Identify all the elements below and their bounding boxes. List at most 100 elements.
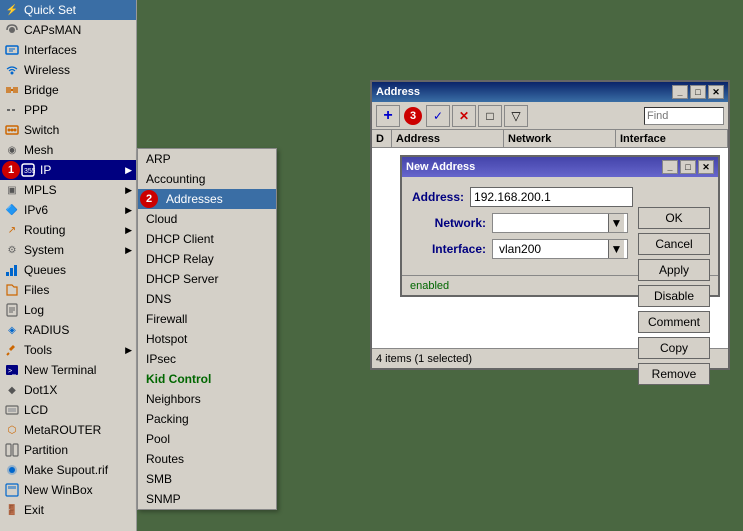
context-menu-firewall[interactable]: Firewall: [138, 309, 276, 329]
context-menu-neighbors[interactable]: Neighbors: [138, 389, 276, 409]
quick-set-icon: ⚡: [4, 2, 20, 18]
sidebar-item-ip[interactable]: 1 355 IP ▶: [0, 160, 136, 180]
address-list-toolbar: + 3 ✓ ✕ □ ▽: [372, 102, 728, 130]
context-menu-smb[interactable]: SMB: [138, 469, 276, 489]
context-menu-accounting[interactable]: Accounting: [138, 169, 276, 189]
sidebar-item-routing[interactable]: ↗ Routing ▶: [0, 220, 136, 240]
sidebar-item-new-terminal[interactable]: >_ New Terminal: [0, 360, 136, 380]
sidebar-item-ppp[interactable]: PPP: [0, 100, 136, 120]
confirm-btn[interactable]: ✓: [426, 105, 450, 127]
sidebar-item-quick-set[interactable]: ⚡ Quick Set: [0, 0, 136, 20]
sidebar-item-mpls[interactable]: ▣ MPLS ▶: [0, 180, 136, 200]
interface-row: Interface: vlan200 ▼: [412, 239, 628, 259]
sidebar-item-partition[interactable]: Partition: [0, 440, 136, 460]
sidebar-item-interfaces[interactable]: Interfaces: [0, 40, 136, 60]
context-menu-kid-control[interactable]: Kid Control: [138, 369, 276, 389]
sidebar-item-make-supout[interactable]: Make Supout.rif: [0, 460, 136, 480]
supout-icon: [4, 462, 20, 478]
tools-icon: [4, 342, 20, 358]
sidebar-item-exit[interactable]: 🚪 Exit: [0, 500, 136, 520]
remove-button[interactable]: Remove: [638, 363, 710, 385]
address-row: Address:: [412, 187, 628, 207]
address-input[interactable]: [470, 187, 633, 207]
find-input[interactable]: [644, 107, 724, 125]
wireless-icon: [4, 62, 20, 78]
address-list-table-header: D Address Network Interface: [372, 130, 728, 148]
context-menu-ipsec[interactable]: IPsec: [138, 349, 276, 369]
badge-2: 2: [140, 190, 158, 208]
sidebar-item-switch[interactable]: Switch: [0, 120, 136, 140]
sidebar-item-mesh[interactable]: ◉ Mesh: [0, 140, 136, 160]
address-list-maximize[interactable]: □: [690, 85, 706, 99]
network-select[interactable]: ▼: [492, 213, 628, 233]
network-dropdown-arrow[interactable]: ▼: [608, 214, 624, 232]
disable-button[interactable]: Disable: [638, 285, 710, 307]
mesh-icon: ◉: [4, 142, 20, 158]
ip-arrow: ▶: [125, 165, 132, 176]
context-menu-dns[interactable]: DNS: [138, 289, 276, 309]
cancel-button[interactable]: Cancel: [638, 233, 710, 255]
filter-btn[interactable]: ▽: [504, 105, 528, 127]
radius-icon: ◈: [4, 322, 20, 338]
mpls-arrow: ▶: [125, 185, 132, 196]
sidebar-item-ipv6[interactable]: 🔷 IPv6 ▶: [0, 200, 136, 220]
sidebar-item-tools[interactable]: Tools ▶: [0, 340, 136, 360]
sidebar-item-capsman[interactable]: CAPsMAN: [0, 20, 136, 40]
sidebar-item-log[interactable]: Log: [0, 300, 136, 320]
address-list-title-buttons: _ □ ✕: [672, 85, 724, 99]
sidebar-item-wireless[interactable]: Wireless: [0, 60, 136, 80]
address-list-minimize[interactable]: _: [672, 85, 688, 99]
sidebar-item-queues[interactable]: Queues: [0, 260, 136, 280]
log-icon: [4, 302, 20, 318]
add-address-btn[interactable]: +: [376, 105, 400, 127]
lcd-icon: [4, 402, 20, 418]
routing-icon: ↗: [4, 222, 20, 238]
context-menu-pool[interactable]: Pool: [138, 429, 276, 449]
interface-value: vlan200: [496, 239, 608, 259]
new-address-minimize[interactable]: _: [662, 160, 678, 174]
copy-btn[interactable]: □: [478, 105, 502, 127]
network-row: Network: ▼: [412, 213, 628, 233]
sidebar-item-files[interactable]: Files: [0, 280, 136, 300]
badge-1: 1: [2, 161, 20, 179]
new-address-buttons: OK Cancel Apply Disable Comment Copy Rem…: [638, 207, 710, 385]
new-address-body: Address: Network: ▼ Interface: vlan200 ▼…: [402, 177, 718, 275]
sidebar-item-dot1x[interactable]: ◆ Dot1X: [0, 380, 136, 400]
badge-3: 3: [404, 107, 422, 125]
context-menu-snmp[interactable]: SNMP: [138, 489, 276, 509]
sidebar-item-bridge[interactable]: Bridge: [0, 80, 136, 100]
sidebar-item-metarouter[interactable]: ⬡ MetaROUTER: [0, 420, 136, 440]
context-menu-dhcp-relay[interactable]: DHCP Relay: [138, 249, 276, 269]
sidebar-item-new-winbox[interactable]: New WinBox: [0, 480, 136, 500]
context-menu-packing[interactable]: Packing: [138, 409, 276, 429]
address-list-close[interactable]: ✕: [708, 85, 724, 99]
system-arrow: ▶: [125, 245, 132, 256]
copy-button[interactable]: Copy: [638, 337, 710, 359]
sidebar-item-system[interactable]: ⚙ System ▶: [0, 240, 136, 260]
ipv6-arrow: ▶: [125, 205, 132, 216]
partition-icon: [4, 442, 20, 458]
context-menu-cloud[interactable]: Cloud: [138, 209, 276, 229]
new-address-title-bar: New Address _ □ ✕: [402, 157, 718, 177]
context-menu-addresses[interactable]: 2 Addresses: [138, 189, 276, 209]
apply-button[interactable]: Apply: [638, 259, 710, 281]
new-address-maximize[interactable]: □: [680, 160, 696, 174]
sidebar-item-lcd[interactable]: LCD: [0, 400, 136, 420]
interface-select[interactable]: vlan200 ▼: [492, 239, 628, 259]
context-menu-dhcp-server[interactable]: DHCP Server: [138, 269, 276, 289]
svg-text:355: 355: [24, 168, 35, 175]
comment-button[interactable]: Comment: [638, 311, 710, 333]
ok-button[interactable]: OK: [638, 207, 710, 229]
context-menu-routes[interactable]: Routes: [138, 449, 276, 469]
system-icon: ⚙: [4, 242, 20, 258]
new-winbox-icon: [4, 482, 20, 498]
ip-icon: 355: [20, 162, 36, 178]
delete-btn[interactable]: ✕: [452, 105, 476, 127]
context-menu-arp[interactable]: ARP: [138, 149, 276, 169]
context-menu-dhcp-client[interactable]: DHCP Client: [138, 229, 276, 249]
context-menu-hotspot[interactable]: Hotspot: [138, 329, 276, 349]
interface-dropdown-arrow[interactable]: ▼: [608, 240, 624, 258]
network-label: Network:: [412, 216, 492, 230]
sidebar-item-radius[interactable]: ◈ RADIUS: [0, 320, 136, 340]
new-address-close[interactable]: ✕: [698, 160, 714, 174]
